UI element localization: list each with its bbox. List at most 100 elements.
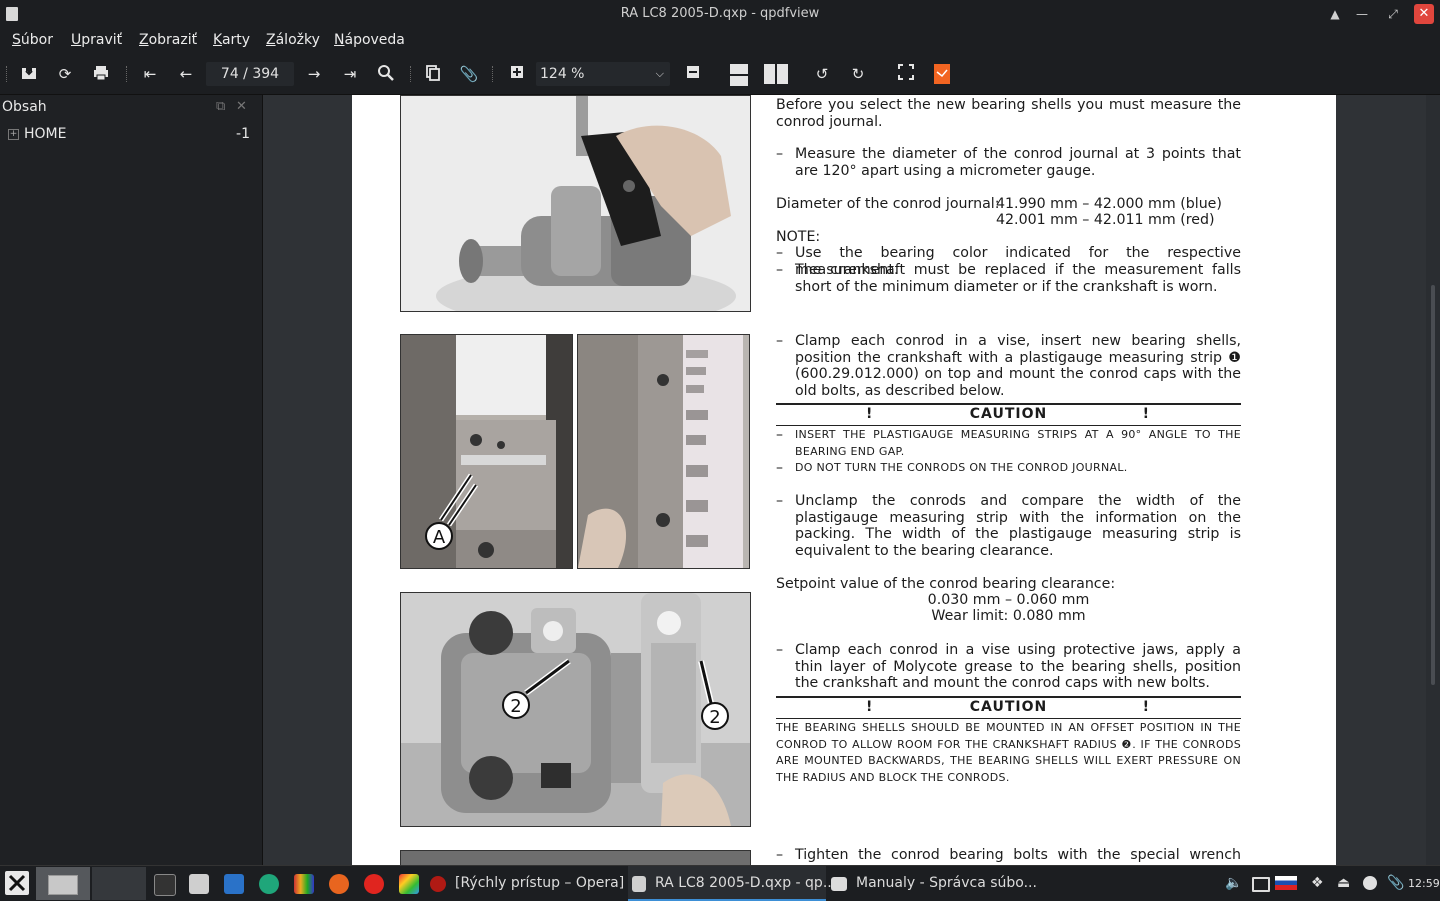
diameter-blue: 41.990 mm – 42.000 mm (blue) — [996, 196, 1222, 212]
print-icon[interactable] — [91, 64, 111, 84]
rotate-left-icon[interactable]: ↺ — [812, 64, 832, 84]
bullet-unclamp: – Unclamp the conrods and compare the wi… — [776, 493, 1241, 559]
photo-plastigauge-scale — [577, 334, 750, 569]
page-number-input[interactable]: 74 / 394 — [206, 62, 294, 86]
callout-a: A — [433, 527, 446, 548]
menu-help[interactable]: Nápoveda — [334, 32, 405, 48]
expand-icon[interactable]: + — [8, 129, 19, 140]
callout-2-right: 2 — [709, 707, 720, 728]
copy-icon[interactable] — [423, 64, 443, 84]
zoom-select[interactable]: 124 % ⌵ — [536, 62, 670, 86]
task-opera[interactable]: [Rýchly prístup – Opera] — [455, 875, 624, 891]
opera-icon[interactable] — [364, 874, 384, 894]
note-heading: NOTE: — [776, 229, 821, 245]
photo-bearing-shells: 2 2 — [400, 592, 751, 827]
menu-bookmarks[interactable]: Záložky — [266, 32, 320, 48]
outline-item-home[interactable]: + HOME -1 — [0, 125, 258, 145]
zoom-out-icon[interactable] — [683, 64, 703, 84]
folder-icon — [831, 877, 847, 891]
bullet-tighten: – Tighten the conrod bearing bolts with … — [776, 847, 1241, 865]
menu-tabs[interactable]: Karty — [213, 32, 250, 48]
last-page-icon[interactable]: ⇥ — [340, 64, 360, 84]
zoom-value: 124 % — [540, 66, 585, 82]
firefox-icon[interactable] — [329, 874, 349, 894]
previous-page-icon[interactable]: ← — [176, 64, 196, 84]
menu-bar: Súbor Upraviť Zobraziť Karty Záložky Náp… — [0, 28, 1440, 54]
package-icon[interactable]: ❖ — [1311, 875, 1324, 891]
zoom-in-icon[interactable] — [507, 64, 527, 84]
fullscreen-icon[interactable] — [896, 64, 916, 84]
taskbar: [Rýchly prístup – Opera] RA LC8 2005-D.q… — [0, 865, 1440, 901]
caution-header-1: ! CAUTION ! — [776, 403, 1241, 426]
outline-panel: Obsah ⧉ ✕ + HOME -1 — [0, 95, 263, 865]
photo-plastigauge-strip: A — [400, 334, 573, 569]
menu-file[interactable]: Súbor — [12, 32, 53, 48]
next-page-icon[interactable]: → — [304, 64, 324, 84]
settings-app-icon[interactable] — [259, 874, 279, 894]
file-manager-icon[interactable] — [189, 874, 209, 894]
qpdfview-window-icon — [632, 876, 646, 892]
window-title: RA LC8 2005-D.qxp - qpdfview — [620, 6, 820, 21]
start-menu-icon[interactable] — [5, 871, 29, 895]
toolbar-grip[interactable] — [6, 66, 9, 82]
update-icon[interactable] — [1363, 876, 1377, 890]
minimize-button[interactable]: — — [1352, 4, 1372, 24]
presentation-icon[interactable] — [932, 64, 952, 84]
two-pages-icon[interactable] — [763, 64, 789, 84]
callout-2-left: 2 — [510, 696, 521, 717]
float-panel-icon[interactable]: ⧉ — [216, 99, 225, 114]
outline-item-label: HOME — [24, 126, 67, 142]
menu-edit[interactable]: Upraviť — [71, 32, 122, 48]
toolbar-separator — [492, 66, 495, 82]
bullet-clamp-new-bolts: – Clamp each conrod in a vise using prot… — [776, 642, 1241, 691]
bullet-measure: – Measure the diameter of the conrod jou… — [776, 146, 1241, 179]
setpoint-label: Setpoint value of the conrod bearing cle… — [776, 576, 1116, 592]
document-view[interactable]: A 2 2 Before you select the new bearing … — [263, 95, 1426, 865]
vertical-scrollbar[interactable] — [1426, 95, 1440, 865]
note-item-replace: – The crankshaft must be replaced if the… — [776, 262, 1241, 295]
toolbar-separator — [410, 66, 413, 82]
workspace-2[interactable] — [92, 867, 146, 900]
keyboard-layout-flag-icon[interactable] — [1275, 876, 1297, 890]
clock[interactable]: 12:59 — [1408, 877, 1440, 890]
bullet-clamp-old-bolts: – Clamp each conrod in a vise, insert ne… — [776, 333, 1241, 399]
setpoint-value: 0.030 mm – 0.060 mm — [927, 592, 1090, 608]
keep-above-button[interactable]: ▲ — [1325, 4, 1345, 24]
display-icon[interactable] — [1252, 877, 1270, 892]
search-icon[interactable] — [376, 64, 396, 84]
terminal-icon[interactable] — [154, 874, 176, 896]
pdf-page: A 2 2 Before you select the new bearing … — [352, 95, 1336, 865]
caution-offset-text: The bearing shells should be mounted in … — [776, 721, 1241, 784]
volume-icon[interactable]: 🔈 — [1225, 875, 1242, 891]
opera-window-icon — [430, 876, 446, 892]
task-qpdfview[interactable]: RA LC8 2005-D.qxp - qp... — [655, 875, 836, 891]
caution-header-2: ! CAUTION ! — [776, 696, 1241, 719]
intro-paragraph: Before you select the new bearing shells… — [776, 97, 1241, 130]
title-bar: RA LC8 2005-D.qxp - qpdfview ▲ — ⤢ ✕ — [0, 0, 1440, 28]
workspace-1[interactable] — [36, 867, 90, 900]
archive-app-icon[interactable] — [294, 874, 314, 894]
rotate-right-icon[interactable]: ↻ — [848, 64, 868, 84]
photos-app-icon[interactable] — [399, 874, 419, 894]
continuous-layout-icon[interactable] — [729, 64, 749, 86]
task-file-manager[interactable]: Manualy - Správca súbo... — [856, 875, 1037, 891]
toolbar-separator — [126, 66, 129, 82]
wear-limit: Wear limit: 0.080 mm — [931, 608, 1086, 624]
menu-view[interactable]: Zobraziť — [139, 32, 197, 48]
photo-micrometer — [400, 95, 751, 312]
photo-wrench-socket — [400, 850, 751, 865]
first-page-icon[interactable]: ⇤ — [140, 64, 160, 84]
attachment-icon[interactable]: 📎 — [459, 64, 479, 84]
eject-icon[interactable]: ⏏ — [1337, 875, 1350, 891]
close-button[interactable]: ✕ — [1414, 4, 1434, 24]
caution-item-turn: – Do not turn the conrods on the conrod … — [776, 460, 1128, 476]
clipboard-icon[interactable]: 📎 — [1387, 875, 1404, 891]
refresh-icon[interactable]: ⟳ — [55, 64, 75, 84]
caution-item-angle: – Insert the plastigauge measuring strip… — [776, 427, 1241, 458]
maximize-button[interactable]: ⤢ — [1383, 4, 1403, 24]
bullet-dash: – — [776, 146, 784, 162]
text-editor-icon[interactable] — [224, 874, 244, 894]
open-icon[interactable] — [19, 64, 39, 84]
scrollbar-thumb[interactable] — [1431, 285, 1435, 685]
close-panel-icon[interactable]: ✕ — [236, 99, 247, 114]
